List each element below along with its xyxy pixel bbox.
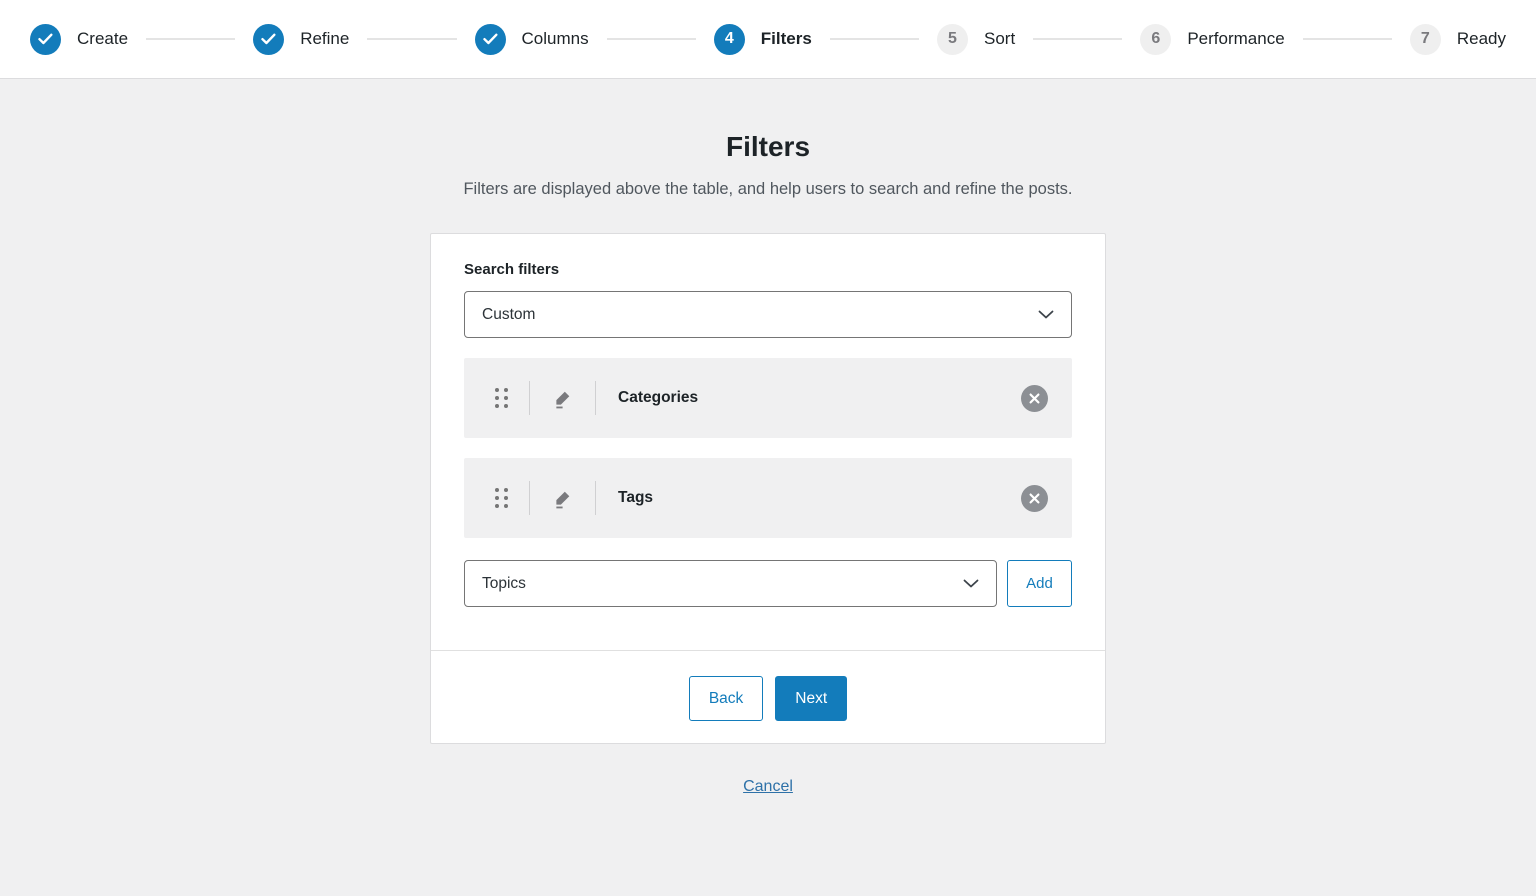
step-columns[interactable]: Columns [475, 24, 589, 55]
step-connector [1303, 38, 1392, 40]
step-connector [1033, 38, 1122, 40]
step-refine[interactable]: Refine [253, 24, 349, 55]
drag-handle-icon[interactable] [495, 388, 508, 408]
chevron-down-icon [1038, 310, 1054, 319]
step-label: Sort [984, 29, 1015, 49]
card-footer: Back Next [431, 650, 1105, 743]
step-label: Create [77, 29, 128, 49]
step-connector [146, 38, 235, 40]
step-number: 5 [937, 24, 968, 55]
step-connector [830, 38, 919, 40]
edit-pencil-icon[interactable] [551, 487, 574, 510]
step-label: Columns [522, 29, 589, 49]
step-performance[interactable]: 6 Performance [1140, 24, 1284, 55]
add-filter-button[interactable]: Add [1007, 560, 1072, 607]
step-sort[interactable]: 5 Sort [937, 24, 1015, 55]
chevron-down-icon [963, 579, 979, 588]
drag-handle-icon[interactable] [495, 488, 508, 508]
back-button[interactable]: Back [689, 676, 763, 721]
step-connector [607, 38, 696, 40]
check-icon [475, 24, 506, 55]
step-filters[interactable]: 4 Filters [714, 24, 812, 55]
filters-card: Search filters Custom [430, 233, 1106, 744]
search-filters-label: Search filters [464, 261, 1072, 278]
step-label: Ready [1457, 29, 1506, 49]
filter-type-select[interactable]: Custom [464, 291, 1072, 338]
step-create[interactable]: Create [30, 24, 128, 55]
wizard-stepper: Create Refine Columns 4 Filters 5 Sort 6… [0, 0, 1536, 79]
step-number: 6 [1140, 24, 1171, 55]
filter-label: Tags [618, 489, 653, 507]
step-connector [367, 38, 456, 40]
divider [595, 481, 596, 515]
check-icon [253, 24, 284, 55]
add-filter-row: Topics Add [464, 560, 1072, 607]
divider [595, 381, 596, 415]
remove-filter-icon[interactable] [1021, 485, 1048, 512]
step-number: 7 [1410, 24, 1441, 55]
step-label: Performance [1187, 29, 1284, 49]
add-filter-select[interactable]: Topics [464, 560, 997, 607]
filter-row-tags: Tags [464, 458, 1072, 538]
remove-filter-icon[interactable] [1021, 385, 1048, 412]
page-title: Filters [0, 131, 1536, 163]
filter-row-categories: Categories [464, 358, 1072, 438]
divider [529, 381, 530, 415]
wizard-content: Filters Filters are displayed above the … [0, 79, 1536, 796]
select-value: Topics [482, 575, 526, 593]
select-value: Custom [482, 306, 535, 324]
step-label: Filters [761, 29, 812, 49]
divider [529, 481, 530, 515]
step-number: 4 [714, 24, 745, 55]
check-icon [30, 24, 61, 55]
cancel-link[interactable]: Cancel [743, 778, 793, 795]
step-ready[interactable]: 7 Ready [1410, 24, 1506, 55]
step-label: Refine [300, 29, 349, 49]
next-button[interactable]: Next [775, 676, 847, 721]
filter-label: Categories [618, 389, 698, 407]
page-subtitle: Filters are displayed above the table, a… [0, 180, 1536, 199]
edit-pencil-icon[interactable] [551, 387, 574, 410]
